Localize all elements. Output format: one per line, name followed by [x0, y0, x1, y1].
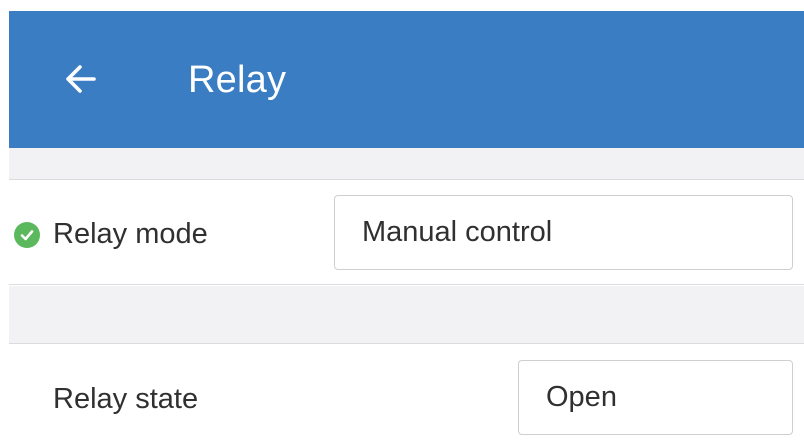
check-circle-icon: [14, 222, 40, 248]
back-button[interactable]: [57, 55, 105, 103]
relay-state-label: Relay state: [53, 383, 199, 415]
relay-state-select[interactable]: Open: [518, 360, 793, 435]
section-divider: [9, 286, 804, 344]
relay-mode-select[interactable]: Manual control: [334, 195, 793, 270]
relay-state-value: Open: [546, 381, 617, 413]
relay-state-row: Relay state Open: [9, 345, 804, 448]
arrow-left-icon: [66, 65, 96, 93]
section-divider: [9, 148, 804, 180]
page-title: Relay: [188, 59, 287, 101]
relay-mode-label: Relay mode: [53, 218, 208, 250]
relay-mode-row: Relay mode Manual control: [9, 181, 804, 285]
relay-mode-value: Manual control: [362, 216, 553, 248]
relay-screen: Relay Relay mode Manual control Relay st…: [0, 0, 804, 448]
app-bar: Relay: [9, 11, 804, 148]
